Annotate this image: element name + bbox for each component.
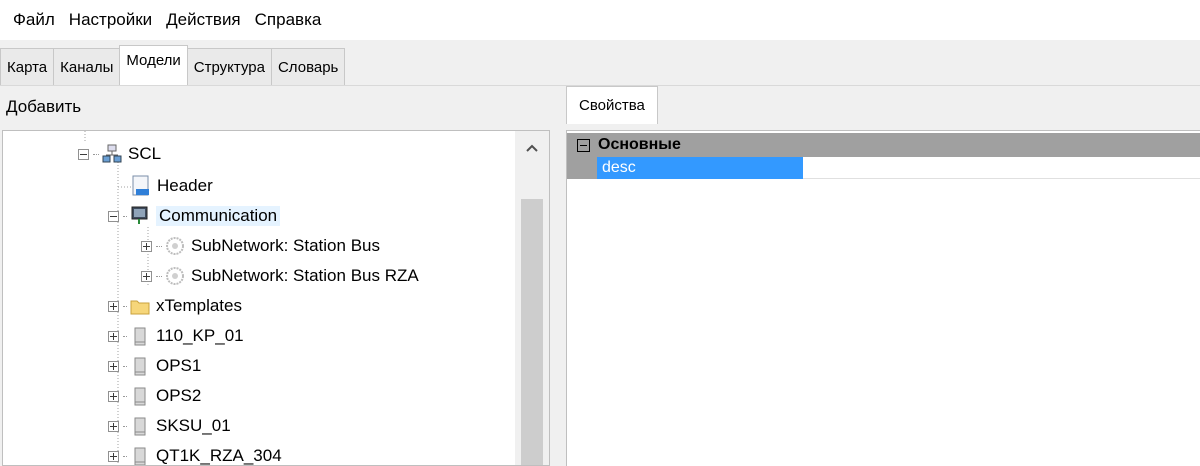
- collapse-icon[interactable]: [577, 138, 590, 152]
- tree-item-label: 110_KP_01: [156, 326, 244, 345]
- tree-item-label: Header: [157, 176, 213, 195]
- tree-item-label: SKSU_01: [156, 416, 231, 435]
- tree-lines: [84, 131, 149, 465]
- menu-settings[interactable]: Настройки: [62, 10, 159, 30]
- tree-item-label: QT1K_RZA_304: [156, 446, 282, 465]
- tree-scrollbar[interactable]: [515, 131, 549, 465]
- tab-properties[interactable]: Свойства: [566, 86, 658, 124]
- computer-icon: [130, 205, 150, 227]
- menu-bar: Файл Настройки Действия Справка: [0, 0, 1200, 40]
- document-icon: [131, 175, 151, 197]
- network-icon: [102, 143, 122, 165]
- tab-dictionary[interactable]: Словарь: [270, 48, 346, 85]
- add-button[interactable]: Добавить: [0, 86, 560, 128]
- server-icon: [130, 445, 150, 465]
- server-icon: [130, 325, 150, 347]
- globe-icon: [165, 265, 185, 287]
- tree-item-label: OPS1: [156, 356, 202, 375]
- tree-item-xtemplates[interactable]: xTemplates: [108, 291, 242, 321]
- chevron-up-icon[interactable]: [515, 131, 549, 165]
- collapse-icon[interactable]: [108, 210, 119, 222]
- tree-item-subnetwork-station-bus[interactable]: SubNetwork: Station Bus: [141, 231, 380, 261]
- tree-item-communication[interactable]: Communication: [108, 201, 281, 231]
- expand-icon[interactable]: [108, 390, 119, 402]
- server-icon: [130, 385, 150, 407]
- category-row[interactable]: Основные: [567, 133, 1200, 157]
- tree-item-label: xTemplates: [156, 296, 242, 315]
- expand-icon[interactable]: [108, 360, 119, 372]
- property-row[interactable]: desc: [567, 157, 1200, 179]
- properties-tab-strip: Свойства: [560, 86, 1200, 130]
- globe-icon: [165, 235, 185, 257]
- tree-item-label: SubNetwork: Station Bus: [191, 236, 380, 255]
- property-name[interactable]: desc: [597, 157, 803, 179]
- tab-channels[interactable]: Каналы: [53, 48, 121, 85]
- tree-item-header[interactable]: Header: [131, 171, 213, 201]
- expand-icon[interactable]: [108, 420, 119, 432]
- server-icon: [130, 355, 150, 377]
- property-value[interactable]: [803, 157, 1200, 179]
- tree-item-label: SCL: [128, 144, 162, 163]
- expand-icon[interactable]: [108, 450, 119, 462]
- tree-item-ops2[interactable]: OPS2: [108, 381, 201, 411]
- tree-item-subnetwork-station-bus-rza[interactable]: SubNetwork: Station Bus RZA: [141, 261, 419, 291]
- tree-item-label: OPS2: [156, 386, 202, 405]
- menu-file[interactable]: Файл: [6, 10, 62, 30]
- tree-item-ops1[interactable]: OPS1: [108, 351, 201, 381]
- tree-item-label: Communication: [156, 206, 281, 226]
- main-tab-strip: Карта Каналы Модели Структура Словарь: [0, 40, 1200, 86]
- menu-help[interactable]: Справка: [248, 10, 329, 30]
- expand-icon[interactable]: [108, 300, 119, 312]
- model-tree[interactable]: SCL Header Communication SubNetwork: Sta…: [2, 130, 550, 466]
- expand-icon[interactable]: [108, 330, 119, 342]
- tree-item-label: SubNetwork: Station Bus RZA: [191, 266, 419, 285]
- menu-actions[interactable]: Действия: [159, 10, 247, 30]
- property-grid[interactable]: Основные desc: [566, 130, 1200, 466]
- collapse-icon[interactable]: [78, 148, 89, 160]
- tree-item-sksu-01[interactable]: SKSU_01: [108, 411, 231, 441]
- tree-item-qt1k-rza-304[interactable]: QT1K_RZA_304: [108, 441, 282, 465]
- scroll-thumb[interactable]: [521, 199, 543, 465]
- tab-structure[interactable]: Структура: [186, 48, 272, 85]
- expand-icon[interactable]: [141, 240, 152, 252]
- server-icon: [130, 415, 150, 437]
- expand-icon[interactable]: [141, 270, 152, 282]
- tree-item-110-kp-01[interactable]: 110_KP_01: [108, 321, 244, 351]
- tab-models[interactable]: Модели: [119, 45, 188, 85]
- category-label: Основные: [598, 136, 681, 153]
- tab-map[interactable]: Карта: [0, 48, 55, 85]
- tree-item-scl[interactable]: SCL: [78, 139, 161, 169]
- folder-icon: [130, 295, 150, 317]
